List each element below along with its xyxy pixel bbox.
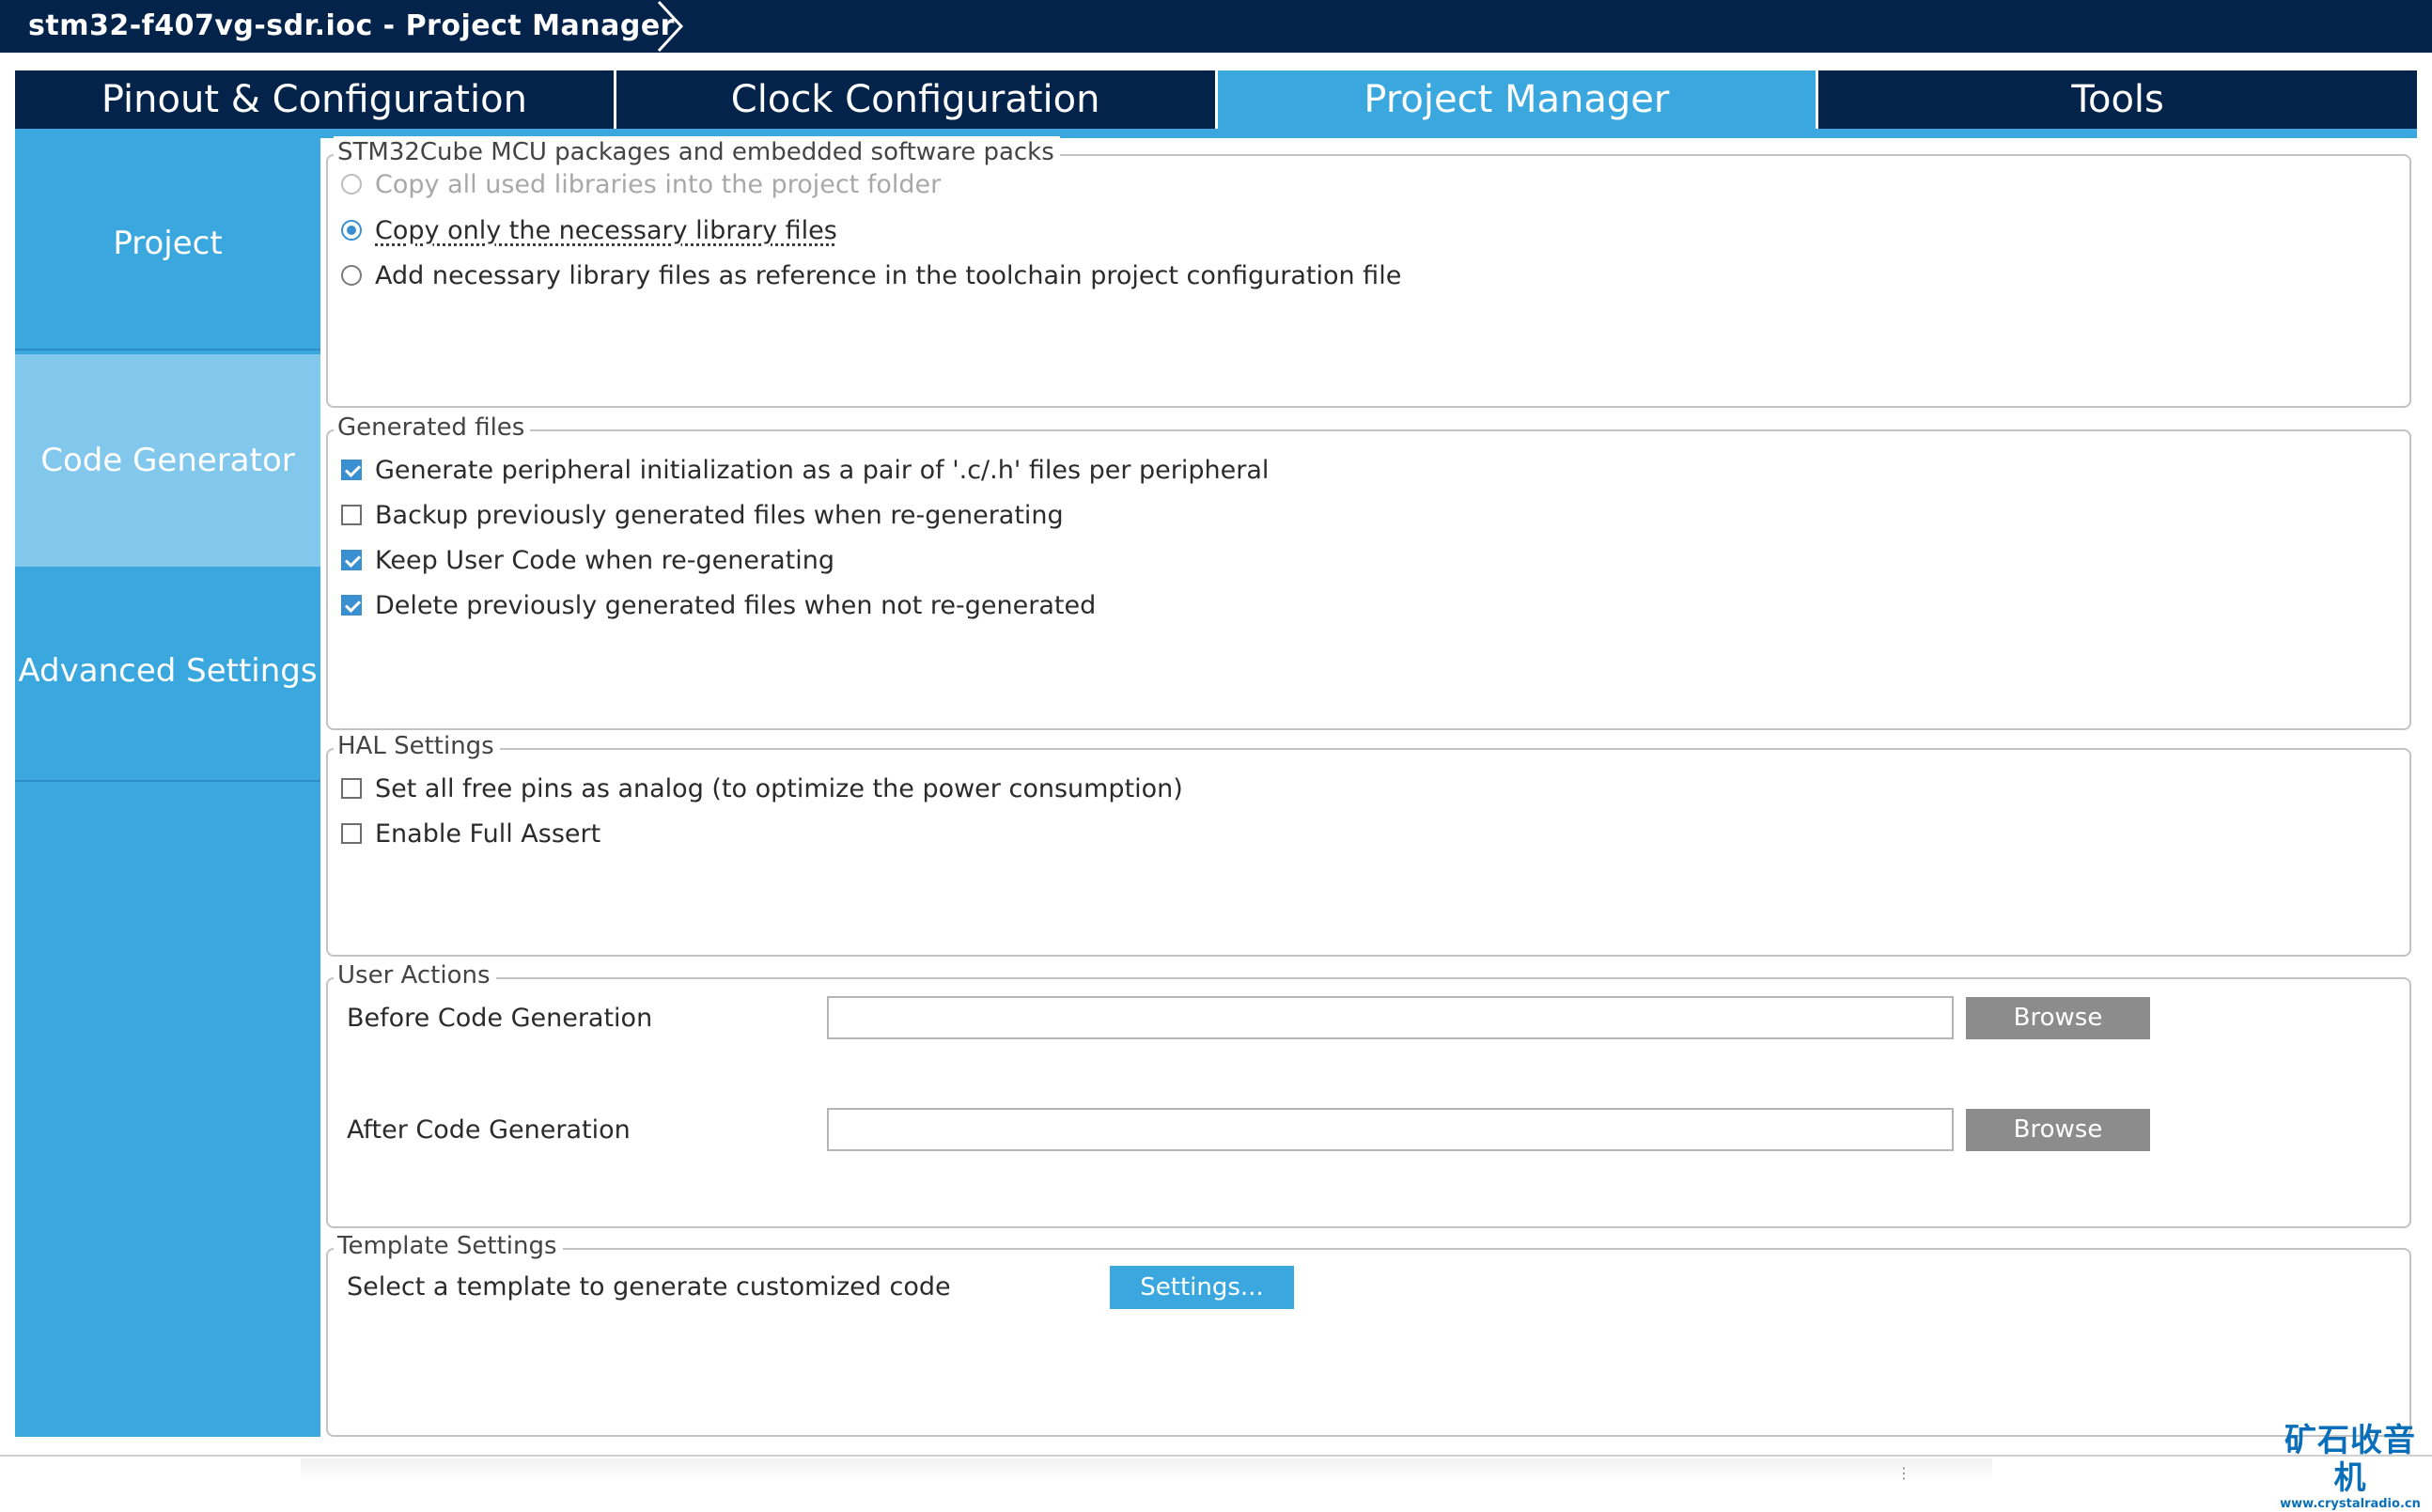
template-settings-group: Template Settings Select a template to g… [326,1230,2411,1437]
packs-group: STM32Cube MCU packages and embedded soft… [326,136,2411,408]
packs-legend: STM32Cube MCU packages and embedded soft… [334,136,1060,168]
watermark-logo: 矿石收音机 www.crystalradio.cn [2272,1422,2428,1512]
hal-settings-group: HAL Settings Set all free pins as analog… [326,730,2411,957]
sidebar-item-code-generator[interactable]: Code Generator [15,354,320,567]
generate-peripheral-init-label[interactable]: Generate peripheral initialization as a … [375,456,1269,485]
free-pins-analog-option[interactable]: Set all free pins as analog (to optimize… [341,770,1183,807]
before-code-generation-label: Before Code Generation [347,1004,653,1033]
sidebar: Project Code Generator Advanced Settings [15,138,320,1437]
delete-files-checkbox[interactable] [341,595,362,616]
tab-project-manager[interactable]: Project Manager [1217,70,1819,129]
add-as-reference-radio[interactable] [341,265,362,286]
watermark-url: www.crystalradio.cn [2280,1497,2421,1511]
keep-user-code-label[interactable]: Keep User Code when re-generating [375,546,834,575]
resize-grip-icon[interactable]: ⋮ [1896,1466,1911,1481]
keep-user-code-option[interactable]: Keep User Code when re-generating [341,541,834,579]
sidebar-item-advanced-settings[interactable]: Advanced Settings [15,567,320,775]
delete-files-label[interactable]: Delete previously generated files when n… [375,591,1096,620]
full-assert-checkbox[interactable] [341,823,362,844]
generated-files-group: Generated files Generate peripheral init… [326,412,2411,730]
sidebar-item-project[interactable]: Project [15,138,320,349]
generate-peripheral-init-checkbox[interactable] [341,460,362,480]
copy-all-libraries-option: Copy all used libraries into the project… [341,165,941,203]
sidebar-divider [15,780,320,782]
after-code-generation-input[interactable] [827,1108,1954,1151]
add-as-reference-label[interactable]: Add necessary library files as reference… [375,261,1401,290]
backup-files-option[interactable]: Backup previously generated files when r… [341,496,1064,534]
full-assert-label[interactable]: Enable Full Assert [375,819,600,849]
generated-files-legend: Generated files [334,412,531,444]
watermark-name: 矿石收音机 [2284,1422,2416,1497]
backup-files-label[interactable]: Backup previously generated files when r… [375,501,1064,530]
copy-necessary-radio[interactable] [341,220,362,241]
delete-files-option[interactable]: Delete previously generated files when n… [341,586,1096,624]
template-settings-legend: Template Settings [334,1230,563,1262]
free-pins-analog-label[interactable]: Set all free pins as analog (to optimize… [375,774,1183,803]
tab-clock-configuration[interactable]: Clock Configuration [616,70,1218,129]
free-pins-analog-checkbox[interactable] [341,778,362,799]
template-settings-label: Select a template to generate customized… [347,1272,951,1302]
copy-necessary-label[interactable]: Copy only the necessary library files [375,216,837,245]
copy-all-label: Copy all used libraries into the project… [375,169,942,199]
keep-user-code-checkbox[interactable] [341,550,362,570]
sidebar-divider [15,349,320,351]
after-code-generation-label: After Code Generation [347,1115,631,1145]
status-bar [301,1458,1992,1483]
tab-pinout-configuration[interactable]: Pinout & Configuration [15,70,616,129]
window-title: stm32-f407vg-sdr.ioc - Project Manager [28,9,675,42]
backup-files-checkbox[interactable] [341,505,362,525]
before-code-generation-input[interactable] [827,996,1954,1039]
full-assert-option[interactable]: Enable Full Assert [341,815,600,852]
copy-all-radio [341,174,362,195]
copy-necessary-option[interactable]: Copy only the necessary library files [341,211,837,249]
breadcrumb-chevron-icon [657,0,684,53]
generate-peripheral-init-option[interactable]: Generate peripheral initialization as a … [341,451,1269,489]
after-browse-button[interactable]: Browse [1966,1109,2150,1151]
before-browse-button[interactable]: Browse [1966,997,2150,1039]
hal-settings-legend: HAL Settings [334,730,500,762]
tab-tools[interactable]: Tools [1818,70,2417,129]
code-generator-panel: STM32Cube MCU packages and embedded soft… [320,136,2417,1437]
title-bar: stm32-f407vg-sdr.ioc - Project Manager [0,0,2432,53]
main-tabs: Pinout & Configuration Clock Configurati… [15,70,2417,129]
status-divider [0,1455,2432,1457]
template-settings-button[interactable]: Settings... [1110,1266,1294,1309]
user-actions-group: User Actions Before Code Generation Brow… [326,959,2411,1228]
add-as-reference-option[interactable]: Add necessary library files as reference… [341,257,1401,294]
user-actions-legend: User Actions [334,959,496,991]
